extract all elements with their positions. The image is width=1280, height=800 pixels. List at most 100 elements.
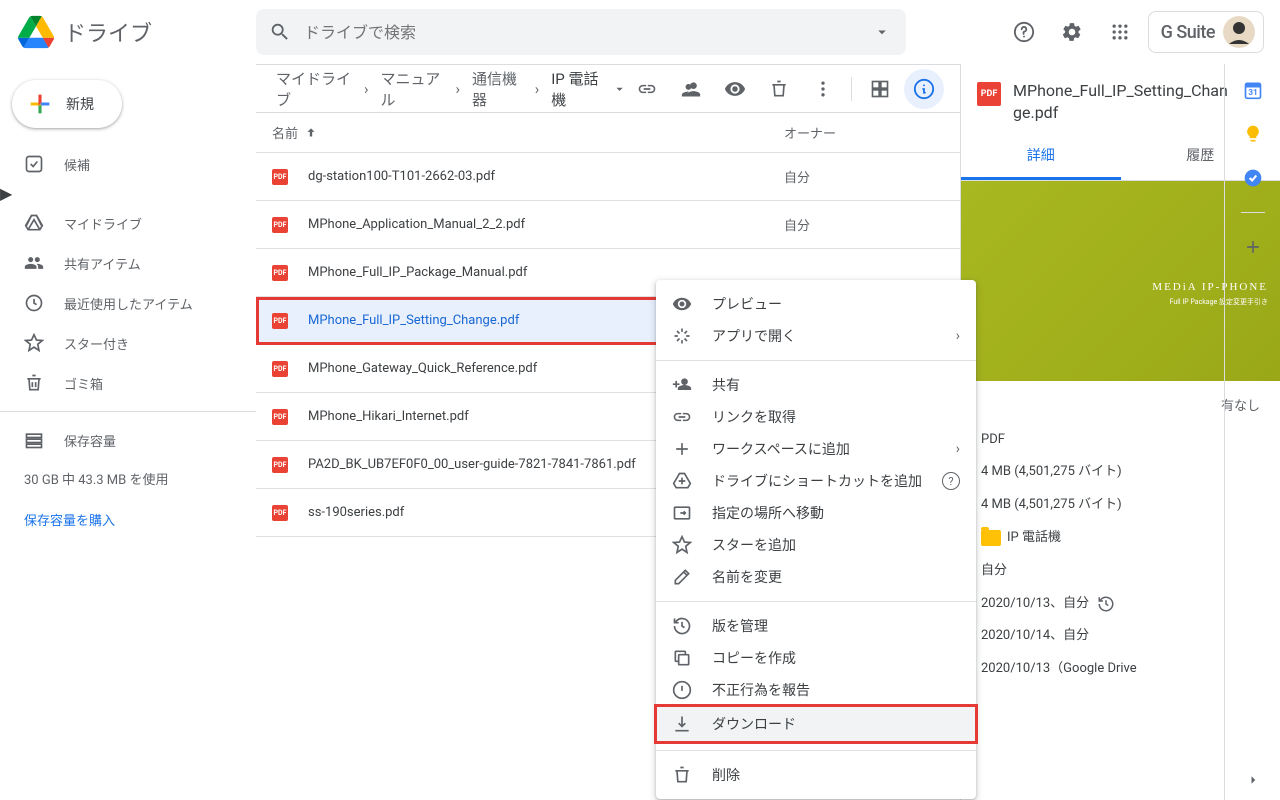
file-owner: 自分 (784, 167, 944, 186)
settings-icon[interactable] (1052, 12, 1092, 52)
sidebar-item-label: 共有アイテム (64, 254, 141, 273)
app-name: ドライブ (64, 16, 152, 48)
avatar[interactable] (1223, 16, 1255, 48)
search-input[interactable] (304, 23, 858, 42)
more-icon[interactable] (803, 69, 843, 109)
expand-icon[interactable]: ▶ (0, 184, 12, 203)
search-icon[interactable] (268, 20, 292, 44)
chevron-right-icon: › (956, 441, 960, 457)
plus-icon (672, 439, 692, 459)
copy-icon (672, 648, 692, 668)
gsuite-label: G Suite (1161, 22, 1215, 43)
open-with-icon (672, 326, 692, 346)
menu-copy[interactable]: コピーを作成 (656, 642, 976, 674)
move-icon (672, 503, 692, 523)
menu-versions[interactable]: 版を管理 (656, 610, 976, 642)
chevron-down-icon[interactable] (612, 80, 627, 98)
menu-preview[interactable]: プレビュー (656, 288, 976, 320)
menu-add-shortcut[interactable]: ドライブにショートカットを追加 ? (656, 465, 976, 497)
file-owner: 自分 (784, 215, 944, 234)
menu-add-workspace[interactable]: ワークスペースに追加 › (656, 433, 976, 465)
sidebar-item-label: 最近使用したアイテム (64, 294, 193, 313)
detail-location[interactable]: IP 電話機 (981, 528, 1061, 549)
collapse-rail-icon[interactable] (1233, 760, 1273, 800)
keep-icon[interactable] (1243, 124, 1263, 144)
breadcrumb-item[interactable]: 通信機器 (468, 66, 527, 112)
help-icon[interactable]: ? (942, 472, 960, 490)
calendar-icon[interactable]: 31 (1243, 80, 1263, 100)
svg-text:31: 31 (1248, 88, 1258, 98)
toolbar-actions (627, 69, 944, 109)
column-name[interactable]: 名前 (272, 123, 784, 142)
sidebar-item-label: 保存容量 (64, 431, 116, 450)
add-icon[interactable] (1243, 237, 1263, 257)
grid-view-icon[interactable] (860, 69, 900, 109)
pdf-icon: PDF (272, 409, 288, 425)
chevron-right-icon: › (531, 80, 544, 98)
sidebar-item-label: マイドライブ (64, 214, 142, 233)
detail-modified: 2020/10/13、自分 (981, 594, 1260, 615)
tasks-icon[interactable] (1243, 168, 1263, 188)
menu-rename[interactable]: 名前を変更 (656, 561, 976, 593)
help-icon[interactable] (1004, 12, 1044, 52)
column-owner[interactable]: オーナー (784, 123, 944, 142)
trash-icon (672, 765, 692, 785)
sidebar-item-label: 候補 (64, 155, 90, 174)
search-bar[interactable] (256, 9, 906, 55)
detail-no-share: 有なし (981, 397, 1260, 418)
menu-move[interactable]: 指定の場所へ移動 (656, 497, 976, 529)
storage-icon (24, 430, 44, 450)
sidebar-item-mydrive[interactable]: マイドライブ (0, 203, 240, 243)
buy-storage-link[interactable]: 保存容量を購入 (0, 502, 256, 537)
info-icon[interactable] (904, 69, 944, 109)
menu-download[interactable]: ダウンロード (656, 706, 976, 742)
pencil-icon (672, 567, 692, 587)
file-row[interactable]: PDFMPhone_Application_Manual_2_2.pdf自分 (256, 201, 960, 249)
menu-delete[interactable]: 削除 (656, 759, 976, 791)
apps-grid-icon[interactable] (1100, 12, 1140, 52)
pdf-icon: PDF (272, 169, 288, 185)
sidebar: 新規 候補 ▶ マイドライブ 共有アイテム 最近使用したアイテム スター付き ゴ… (0, 64, 256, 800)
new-button[interactable]: 新規 (12, 80, 122, 128)
breadcrumb-item[interactable]: マイドライブ (272, 66, 356, 112)
download-icon (672, 714, 692, 734)
file-name: MPhone_Full_IP_Package_Manual.pdf (308, 265, 784, 280)
sidebar-item-storage[interactable]: 保存容量 (0, 420, 240, 460)
preview-icon[interactable] (715, 69, 755, 109)
delete-icon[interactable] (759, 69, 799, 109)
side-rail: 31 (1224, 64, 1280, 800)
history-icon (672, 616, 692, 636)
detail-disk-size: 4 MB (4,501,275 バイト) (981, 495, 1260, 516)
trash-icon (24, 373, 44, 393)
tab-detail[interactable]: 詳細 (961, 133, 1121, 180)
pdf-icon: PDF (272, 505, 288, 521)
sidebar-item-priority[interactable]: 候補 (0, 144, 240, 184)
menu-get-link[interactable]: リンクを取得 (656, 401, 976, 433)
pdf-icon: PDF (977, 82, 1001, 106)
menu-share[interactable]: 共有 (656, 369, 976, 401)
breadcrumb-item-current[interactable]: IP 電話機 (547, 66, 608, 112)
sidebar-item-starred[interactable]: スター付き (0, 323, 240, 363)
star-icon (672, 535, 692, 555)
logo-area: ドライブ (16, 12, 256, 52)
drive-logo-icon[interactable] (16, 12, 56, 52)
menu-open-with[interactable]: アプリで開く › (656, 320, 976, 352)
storage-text: 30 GB 中 43.3 MB を使用 (0, 460, 256, 502)
breadcrumb-item[interactable]: マニュアル (377, 66, 448, 112)
menu-report[interactable]: 不正行為を報告 (656, 674, 976, 706)
clock-icon (24, 293, 44, 313)
file-row[interactable]: PDFdg-station100-T101-2662-03.pdf自分 (256, 153, 960, 201)
sidebar-item-label: スター付き (64, 334, 129, 353)
sidebar-item-recent[interactable]: 最近使用したアイテム (0, 283, 240, 323)
share-icon[interactable] (671, 69, 711, 109)
pdf-icon: PDF (272, 265, 288, 281)
history-icon[interactable] (1097, 595, 1115, 613)
gsuite-badge[interactable]: G Suite (1148, 11, 1264, 53)
sidebar-item-shared[interactable]: 共有アイテム (0, 243, 240, 283)
search-dropdown-icon[interactable] (870, 20, 894, 44)
link-icon[interactable] (627, 69, 667, 109)
file-name: MPhone_Application_Manual_2_2.pdf (308, 217, 784, 232)
sidebar-item-trash[interactable]: ゴミ箱 (0, 363, 240, 403)
menu-star[interactable]: スターを追加 (656, 529, 976, 561)
chevron-right-icon: › (360, 80, 373, 98)
